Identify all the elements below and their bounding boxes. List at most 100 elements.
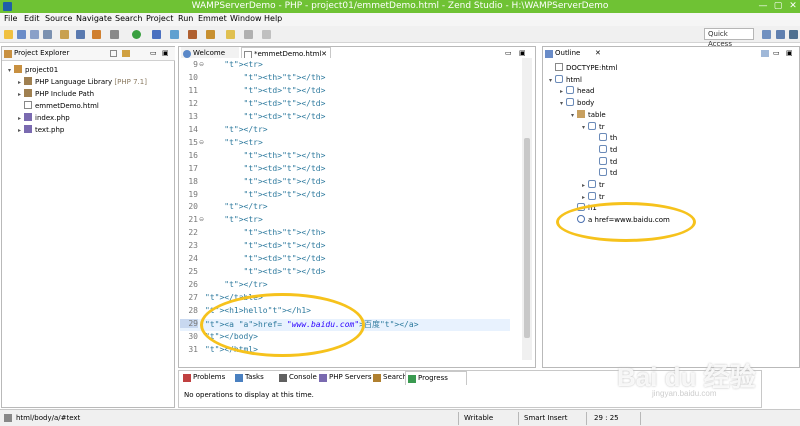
maximize-editor-icon[interactable]: ▣ (519, 49, 526, 57)
code-line[interactable]: "t"><td>"t"></td> (205, 254, 326, 263)
close-outline-icon[interactable]: ✕ (595, 47, 601, 60)
menu-run[interactable]: Run (178, 14, 193, 23)
menu-emmet[interactable]: Emmet (198, 14, 227, 23)
link-editor-icon[interactable] (122, 50, 130, 57)
project-tree-item[interactable]: ▸ text.php (18, 125, 64, 136)
print-icon[interactable] (43, 30, 52, 39)
status-writable: Writable (464, 414, 494, 422)
code-line[interactable]: "t"></tr> (205, 125, 267, 134)
perspective-icon[interactable] (762, 30, 771, 39)
outline-item[interactable]: ▸ head (560, 86, 594, 97)
outline-tab[interactable]: Outline ✕ (543, 47, 603, 61)
code-line[interactable]: "t"></tr> (205, 280, 267, 289)
code-line[interactable]: "t"><tr> (205, 215, 263, 224)
editor-scrollbar-thumb[interactable] (524, 138, 530, 338)
code-line[interactable]: "t"><td>"t"></td> (205, 99, 326, 108)
quick-access-input[interactable]: Quick Access (704, 28, 754, 48)
new-icon[interactable] (4, 30, 13, 39)
code-line[interactable]: "t"><td>"t"></td> (205, 86, 326, 95)
back-arrow-icon[interactable] (244, 30, 253, 39)
fold-toggle-icon[interactable]: ⊖ (199, 139, 204, 146)
code-line[interactable]: "t"><th>"t"></th> (205, 228, 326, 237)
debug-perspective-icon[interactable] (789, 30, 798, 39)
debug-icon[interactable] (92, 30, 101, 39)
run-icon[interactable] (132, 30, 141, 39)
project-tree-item[interactable]: ▸ index.php (18, 113, 70, 124)
outline-item[interactable]: td (593, 168, 617, 179)
code-line[interactable]: "t"><td>"t"></td> (205, 177, 326, 186)
tab-tasks-label: Tasks (245, 373, 264, 381)
outline-item[interactable]: ▾ tr (582, 121, 605, 133)
skip-breakpoints-icon[interactable] (76, 30, 85, 39)
tab-progress[interactable]: Progress (405, 371, 467, 385)
maximize-outline-icon[interactable]: ▣ (786, 49, 793, 57)
tab-tasks[interactable]: Tasks (233, 371, 264, 385)
project-tree-item[interactable]: ▾ project01 (8, 65, 58, 76)
menu-window[interactable]: Window (230, 14, 262, 23)
tab-search[interactable]: Search (371, 371, 407, 385)
php-file-icon (24, 113, 32, 121)
php-perspective-icon[interactable] (776, 30, 785, 39)
code-line[interactable]: "t"><td>"t"></td> (205, 190, 326, 199)
outline-item[interactable]: ▸ tr (582, 191, 605, 203)
pencil-icon[interactable] (206, 30, 215, 39)
outline-item[interactable]: DOCTYPE:html (549, 63, 617, 74)
tab-console[interactable]: Console (277, 371, 317, 385)
fold-toggle-icon[interactable]: ⊖ (199, 61, 204, 68)
code-line[interactable]: "t"><th>"t"></th> (205, 151, 326, 160)
outline-item[interactable]: th (593, 133, 617, 144)
project-tree-item[interactable]: ▸ PHP Language Library [PHP 7.1] (18, 77, 147, 88)
code-line[interactable]: "t"><tr> (205, 60, 263, 69)
code-line[interactable]: "t"><td>"t"></td> (205, 267, 326, 276)
new-class-icon[interactable] (152, 30, 161, 39)
status-divider (518, 412, 519, 425)
save-all-icon[interactable] (30, 30, 39, 39)
menu-source[interactable]: Source (45, 14, 72, 23)
menu-project[interactable]: Project (146, 14, 173, 23)
terminal-icon[interactable] (60, 30, 69, 39)
open-type-icon[interactable] (170, 30, 179, 39)
outline-item[interactable]: ▾ html (549, 74, 582, 86)
tab-php-servers[interactable]: PHP Servers (317, 371, 372, 385)
code-line[interactable]: "t"><th>"t"></th> (205, 73, 326, 82)
outline-item[interactable]: ▸ tr (582, 180, 605, 191)
element-icon (599, 133, 607, 142)
line-number: 17 (188, 163, 198, 173)
minimize-outline-icon[interactable]: ▭ (773, 49, 780, 57)
forward-arrow-icon[interactable] (262, 30, 271, 39)
project-tree-item[interactable]: emmetDemo.html (18, 101, 99, 112)
tab-welcome-label: Welcome (193, 49, 226, 57)
menu-file[interactable]: File (4, 14, 17, 23)
minimize-button[interactable]: — (756, 0, 770, 13)
menu-search[interactable]: Search (115, 14, 142, 23)
element-icon (599, 168, 607, 177)
code-line[interactable]: "t"><tr> (205, 138, 263, 147)
gear-icon[interactable] (110, 30, 119, 39)
tab-problems[interactable]: Problems (181, 371, 225, 385)
collapse-all-icon[interactable] (110, 50, 117, 57)
save-icon[interactable] (17, 30, 26, 39)
maximize-button[interactable]: ▢ (771, 0, 785, 13)
annotation-icon[interactable] (226, 30, 235, 39)
menu-edit[interactable]: Edit (24, 14, 40, 23)
outline-item[interactable]: td (593, 156, 617, 168)
fold-toggle-icon[interactable]: ⊖ (199, 216, 204, 223)
outline-item[interactable]: td (593, 144, 617, 156)
code-line[interactable]: "t"><td>"t"></td> (205, 241, 326, 250)
minimize-editor-icon[interactable]: ▭ (505, 49, 512, 57)
outline-item[interactable]: ▾ body (560, 98, 594, 109)
maximize-view-icon[interactable]: ▣ (162, 49, 169, 57)
minimize-view-icon[interactable]: ▭ (150, 49, 157, 57)
code-line[interactable]: "t"><td>"t"></td> (205, 164, 326, 173)
outline-item[interactable]: ▾ table (571, 109, 606, 121)
code-line[interactable]: "t"></tr> (205, 202, 267, 211)
close-button[interactable]: ✕ (786, 0, 800, 13)
sort-icon[interactable] (761, 50, 769, 57)
menu-help[interactable]: Help (264, 14, 282, 23)
menu-navigate[interactable]: Navigate (76, 14, 112, 23)
tab-search-label: Search (383, 373, 408, 381)
editor-scrollbar[interactable] (522, 58, 532, 360)
project-tree-item[interactable]: ▸ PHP Include Path (18, 89, 94, 100)
code-line[interactable]: "t"><td>"t"></td> (205, 112, 326, 121)
search-icon[interactable] (188, 30, 197, 39)
